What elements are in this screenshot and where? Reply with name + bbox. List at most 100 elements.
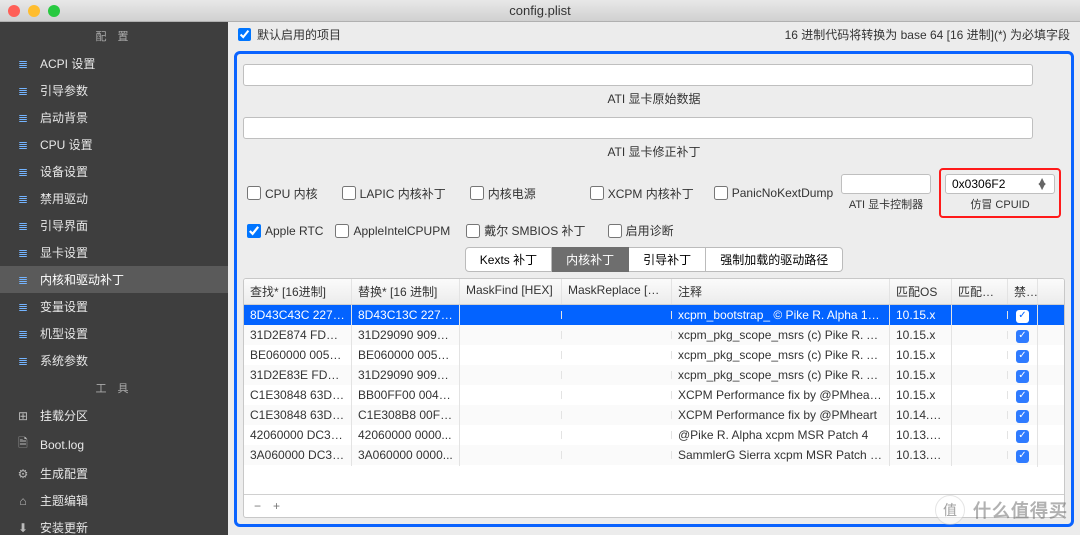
sidebar-item[interactable]: ≣禁用驱动 xyxy=(0,185,228,212)
kernel-pm-checkbox[interactable]: 内核电源 xyxy=(470,185,536,202)
sidebar-item[interactable]: ≣显卡设置 xyxy=(0,239,228,266)
table-cell: 10.14.x,1... xyxy=(890,404,952,426)
watermark-badge: 值 xyxy=(935,495,965,525)
sidebar-item[interactable]: ≣引导参数 xyxy=(0,77,228,104)
column-header[interactable]: 匹配OS xyxy=(890,279,952,304)
table-cell xyxy=(460,331,562,339)
sidebar-item-label: 生成配置 xyxy=(40,465,88,482)
table-cell: C1E30848 63D3... xyxy=(244,404,352,426)
table-cell: 3A060000 0000... xyxy=(352,444,460,466)
sidebar-item[interactable]: ⬇安装更新 xyxy=(0,514,228,535)
column-header[interactable]: MaskReplace [HEX] xyxy=(562,279,672,304)
sidebar-item[interactable]: ≣ 引导界面 xyxy=(0,212,228,239)
table-cell: C1E30848 63D3... xyxy=(244,384,352,406)
sidebar-item[interactable]: ⊞挂载分区 xyxy=(0,402,228,429)
sidebar-item[interactable]: ≣系统参数 xyxy=(0,347,228,374)
table-cell: 42060000 DC33... xyxy=(244,424,352,446)
sidebar-item-label: CPU 设置 xyxy=(40,136,93,153)
sidebar-item[interactable]: 🗎Boot.log xyxy=(0,429,228,460)
table-cell: XCPM Performance fix by @PMheart f... xyxy=(672,384,890,406)
table-row[interactable]: 42060000 DC33...42060000 0000...@Pike R.… xyxy=(244,425,1064,445)
tab[interactable]: Kexts 补丁 xyxy=(465,247,552,272)
tab[interactable]: 内核补丁 xyxy=(552,247,629,272)
table-cell: 42060000 0000... xyxy=(352,424,460,446)
minimize-icon[interactable] xyxy=(28,5,40,17)
table-row[interactable]: 31D2E83E FDFFFF31D29090 9090...xcpm_pkg_… xyxy=(244,365,1064,385)
sidebar-item[interactable]: ≣设备设置 xyxy=(0,158,228,185)
sidebar-item[interactable]: ⚙生成配置 xyxy=(0,460,228,487)
default-enabled-checkbox[interactable]: 默认启用的项目 xyxy=(238,26,341,43)
table-cell: xcpm_pkg_scope_msrs (c) Pike R. Alp... xyxy=(672,364,890,386)
ati-raw-input[interactable] xyxy=(243,64,1033,86)
sidebar-item-label: 禁用驱动 xyxy=(40,190,88,207)
table-cell xyxy=(562,371,672,379)
list-icon: ≣ xyxy=(16,219,30,233)
patch-tabs: Kexts 补丁内核补丁引导补丁强制加载的驱动路径 xyxy=(243,247,1065,272)
table-cell xyxy=(952,371,1008,379)
apple-rtc-checkbox[interactable]: Apple RTC xyxy=(247,224,323,238)
sidebar-item-label: 引导参数 xyxy=(40,82,88,99)
table-cell xyxy=(562,411,672,419)
sidebar-item[interactable]: ≣机型设置 xyxy=(0,320,228,347)
table-cell xyxy=(460,371,562,379)
cpu-kernel-checkbox[interactable]: CPU 内核 xyxy=(247,185,318,202)
table-cell: xcpm_pkg_scope_msrs (c) Pike R. Alp... xyxy=(672,344,890,366)
table-cell: 10.15.x xyxy=(890,384,952,406)
column-header[interactable]: 禁用 xyxy=(1008,279,1038,304)
sidebar-item[interactable]: ≣内核和驱动补丁 xyxy=(0,266,228,293)
xcpm-checkbox[interactable]: XCPM 内核补丁 xyxy=(590,185,694,202)
sidebar-item-label: Boot.log xyxy=(40,438,84,452)
list-icon: ≣ xyxy=(16,246,30,260)
tab[interactable]: 强制加载的驱动路径 xyxy=(706,247,843,272)
table-cell: 10.15.x xyxy=(890,364,952,386)
table-cell xyxy=(562,391,672,399)
check-icon: ✓ xyxy=(1016,330,1029,343)
lapic-checkbox[interactable]: LAPIC 内核补丁 xyxy=(342,185,446,202)
column-header[interactable]: 查找* [16进制] xyxy=(244,279,352,304)
patch-table: 查找* [16进制]替换* [16 进制]MaskFind [HEX]MaskR… xyxy=(243,278,1065,518)
maximize-icon[interactable] xyxy=(48,5,60,17)
sidebar-item[interactable]: ≣变量设置 xyxy=(0,293,228,320)
sidebar-item-label: 系统参数 xyxy=(40,352,88,369)
remove-row-button[interactable]: − xyxy=(254,499,261,513)
table-row[interactable]: 3A060000 DC33...3A060000 0000...SammlerG… xyxy=(244,445,1064,465)
column-header[interactable]: 匹配构建 xyxy=(952,279,1008,304)
sidebar-item-label: 引导界面 xyxy=(40,217,88,234)
titlebar: config.plist xyxy=(0,0,1080,22)
diag-checkbox[interactable]: 启用诊断 xyxy=(608,222,674,239)
column-header[interactable]: 替换* [16 进制] xyxy=(352,279,460,304)
sidebar-item[interactable]: ≣启动背景 xyxy=(0,104,228,131)
panic-checkbox[interactable]: PanicNoKextDump xyxy=(714,186,833,200)
table-cell xyxy=(952,431,1008,439)
table-cell: BE060000 005D... xyxy=(352,344,460,366)
table-cell: SammlerG Sierra xcpm MSR Patch 3 /... xyxy=(672,444,890,466)
table-cell: 10.15.x xyxy=(890,324,952,346)
close-icon[interactable] xyxy=(8,5,20,17)
table-row[interactable]: C1E30848 63D3...BB00FF00 0048... XCPM Per… xyxy=(244,385,1064,405)
fake-cpuid-label: 仿冒 CPUID xyxy=(970,196,1029,212)
table-cell: 31D2E83E FDFFFF xyxy=(244,364,352,386)
sidebar-item[interactable]: ≣CPU 设置 xyxy=(0,131,228,158)
ati-controller-label: ATI 显卡控制器 xyxy=(849,196,923,212)
ati-patch-input[interactable] xyxy=(243,117,1033,139)
table-row[interactable]: BE060000 005D...BE060000 005D...xcpm_pkg… xyxy=(244,345,1064,365)
add-row-button[interactable]: + xyxy=(273,499,280,513)
table-row[interactable]: C1E30848 63D3...C1E308B8 00FF...XCPM Per… xyxy=(244,405,1064,425)
disable-cell[interactable]: ✓ xyxy=(1008,443,1038,467)
column-header[interactable]: 注释 xyxy=(672,279,890,304)
table-row[interactable]: 31D2E874 FDFFFF31D29090 9090...xcpm_pkg_… xyxy=(244,325,1064,345)
ati-controller-input[interactable] xyxy=(841,174,931,194)
dell-checkbox[interactable]: 戴尔 SMBIOS 补丁 xyxy=(466,222,585,239)
sidebar-section-config: 配 置 xyxy=(0,22,228,50)
column-header[interactable]: MaskFind [HEX] xyxy=(460,279,562,304)
tab[interactable]: 引导补丁 xyxy=(629,247,706,272)
sidebar-item[interactable]: ⌂主题编辑 xyxy=(0,487,228,514)
check-icon: ✓ xyxy=(1016,350,1029,363)
table-row[interactable]: 8D43C43C 2277...8D43C13C 2277...xcpm_boo… xyxy=(244,305,1064,325)
sidebar-item[interactable]: ≣ACPI 设置 xyxy=(0,50,228,77)
fake-cpuid-combo[interactable]: 0x0306F2 ▲▼ xyxy=(945,174,1055,194)
sidebar: 配 置 ≣ACPI 设置≣引导参数≣启动背景≣CPU 设置≣设备设置≣禁用驱动≣… xyxy=(0,22,228,535)
table-cell: 10.15.x xyxy=(890,344,952,366)
table-cell: BB00FF00 0048... xyxy=(352,384,460,406)
apple-intel-checkbox[interactable]: AppleIntelCPUPM xyxy=(335,224,450,238)
